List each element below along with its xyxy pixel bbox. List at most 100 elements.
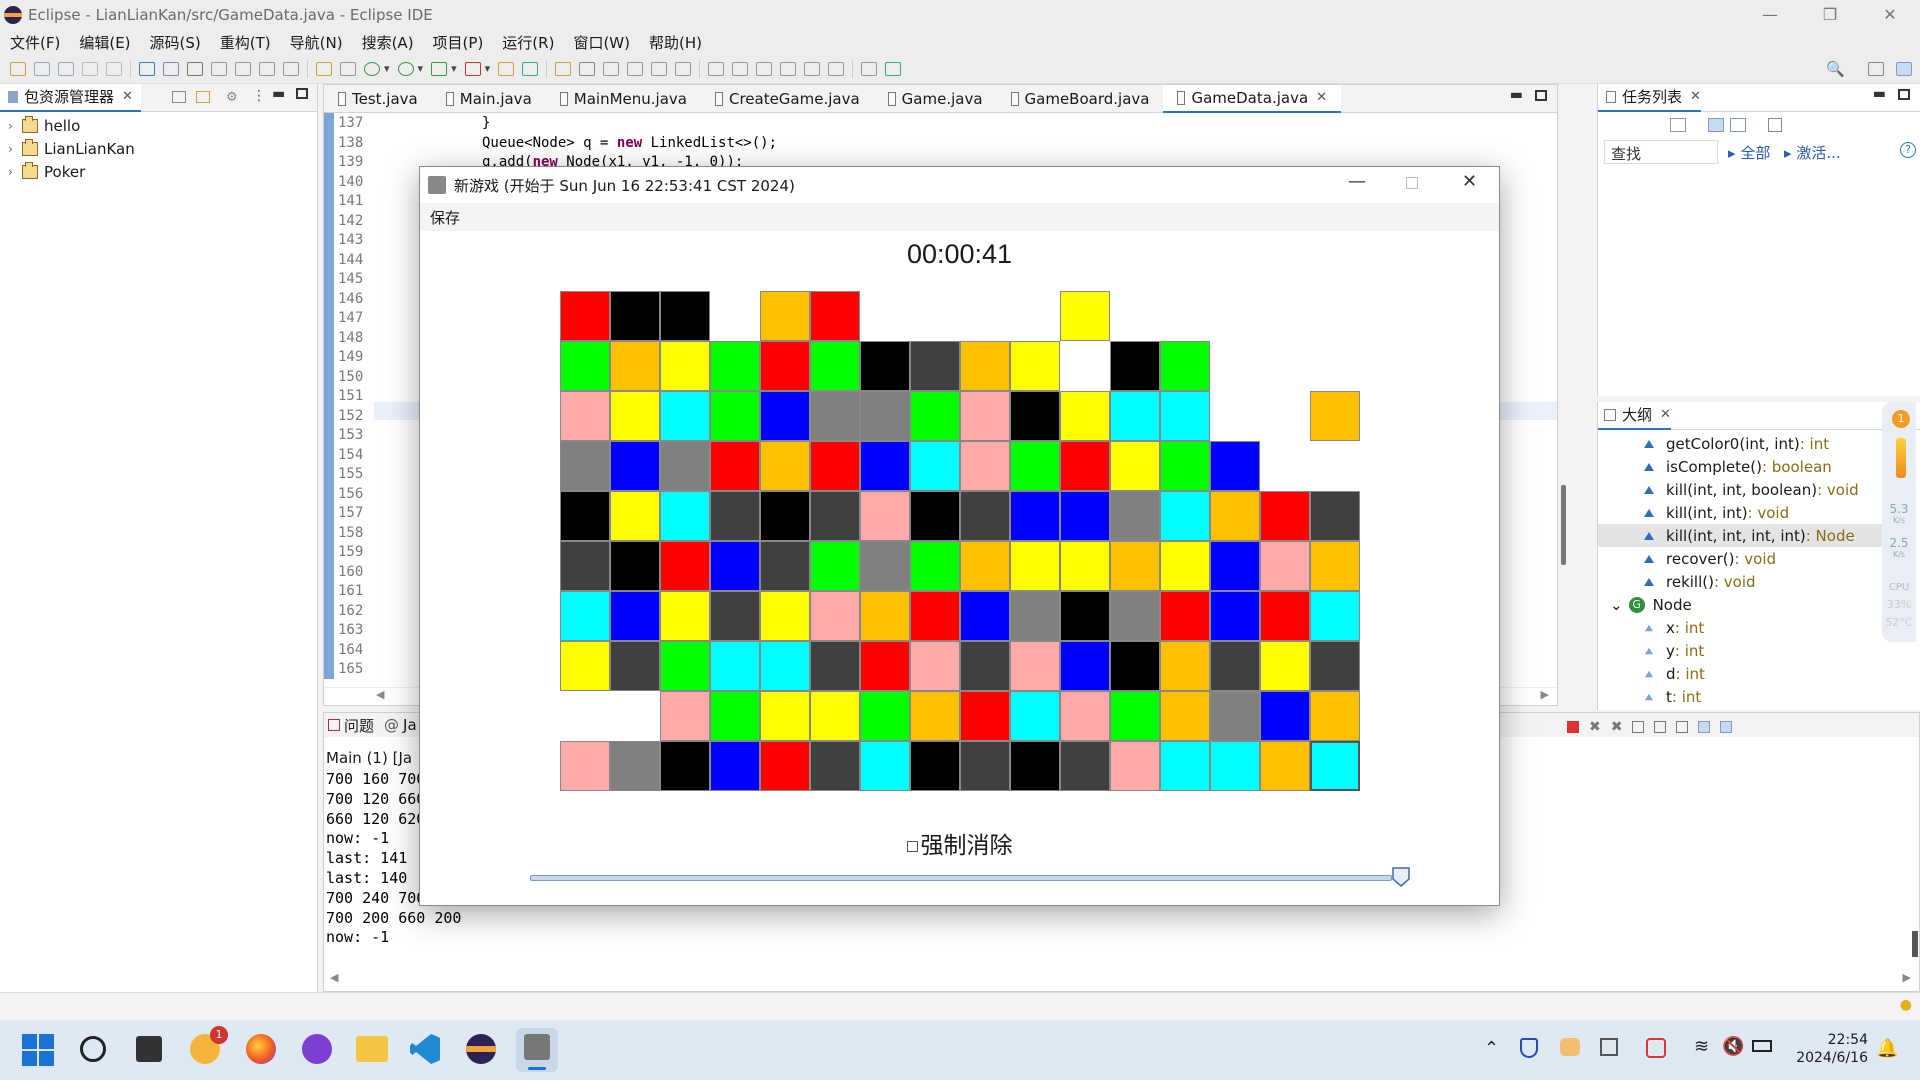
restore-icon[interactable]: ❐ bbox=[1800, 0, 1860, 30]
clear-console-icon[interactable] bbox=[1632, 721, 1645, 733]
board-tile[interactable] bbox=[1010, 391, 1060, 441]
editor-tab[interactable]: GameBoard.java bbox=[997, 85, 1164, 113]
board-tile[interactable] bbox=[960, 591, 1010, 641]
board-tile[interactable] bbox=[710, 591, 760, 641]
new-icon[interactable] bbox=[10, 61, 26, 76]
chevron-down-icon[interactable]: ⌄ bbox=[1610, 596, 1623, 614]
board-tile[interactable] bbox=[810, 291, 860, 341]
board-tile[interactable] bbox=[560, 591, 610, 641]
board-tile[interactable] bbox=[1260, 491, 1310, 541]
board-tile[interactable] bbox=[660, 441, 710, 491]
step-into-icon[interactable] bbox=[283, 61, 299, 76]
board-tile[interactable] bbox=[1060, 691, 1110, 741]
board-tile[interactable] bbox=[810, 491, 860, 541]
board-tile[interactable] bbox=[1160, 391, 1210, 441]
word-wrap-icon[interactable] bbox=[1676, 721, 1689, 733]
replay-slider-track[interactable] bbox=[530, 875, 1392, 881]
show-on-output-icon[interactable] bbox=[1698, 721, 1711, 733]
board-tile[interactable] bbox=[660, 291, 710, 341]
menu-item-6[interactable]: 项目(P) bbox=[423, 32, 493, 53]
board-tile[interactable] bbox=[710, 691, 760, 741]
board-tile[interactable] bbox=[1060, 441, 1110, 491]
console-scrollbar[interactable] bbox=[1912, 931, 1918, 957]
close-tab-icon[interactable]: ✕ bbox=[122, 89, 133, 104]
board-tile[interactable] bbox=[1160, 741, 1210, 791]
minimize-view-icon[interactable]: ▬ bbox=[272, 86, 285, 102]
java-perspective-icon[interactable] bbox=[1896, 61, 1912, 76]
prev-annotation-icon[interactable] bbox=[651, 61, 668, 76]
stop-icon[interactable] bbox=[235, 61, 251, 76]
editor-tab[interactable]: GameData.java ✕ bbox=[1163, 84, 1342, 113]
board-tile[interactable] bbox=[1110, 541, 1160, 591]
wps-icon[interactable] bbox=[1646, 1038, 1666, 1058]
board-tile[interactable] bbox=[1110, 691, 1160, 741]
weather-icon[interactable]: 1 bbox=[190, 1026, 228, 1064]
board-tile[interactable] bbox=[810, 391, 860, 441]
board-tile[interactable] bbox=[960, 391, 1010, 441]
open-task-icon[interactable] bbox=[579, 61, 596, 76]
board-tile[interactable] bbox=[960, 691, 1010, 741]
board-tile[interactable] bbox=[610, 291, 660, 341]
board-tile[interactable] bbox=[1110, 391, 1160, 441]
dropdown-arrow-icon[interactable]: ▾ bbox=[485, 62, 491, 75]
maximize-editor-icon[interactable] bbox=[1535, 90, 1547, 101]
scroll-lock-icon[interactable] bbox=[1654, 721, 1667, 733]
outline-field[interactable]: y : int bbox=[1598, 639, 1886, 662]
editor-tab[interactable]: Game.java bbox=[874, 85, 997, 113]
board-tile[interactable] bbox=[610, 591, 660, 641]
board-tile[interactable] bbox=[760, 491, 810, 541]
board-tile[interactable] bbox=[760, 441, 810, 491]
notification-bell-icon[interactable]: 🔔 bbox=[1876, 1038, 1898, 1059]
board-tile[interactable] bbox=[860, 441, 910, 491]
run-icon[interactable] bbox=[397, 61, 414, 76]
forward-icon[interactable] bbox=[780, 61, 797, 76]
board-tile[interactable] bbox=[810, 441, 860, 491]
debug-icon[interactable] bbox=[364, 61, 380, 76]
board-tile[interactable] bbox=[1210, 541, 1260, 591]
board-tile[interactable] bbox=[960, 541, 1010, 591]
terminal-icon[interactable] bbox=[139, 61, 155, 76]
board-tile[interactable] bbox=[1160, 491, 1210, 541]
outline-field[interactable]: t : int bbox=[1598, 685, 1886, 708]
save-icon[interactable] bbox=[34, 61, 50, 76]
suspend-icon[interactable] bbox=[211, 61, 227, 76]
board-tile[interactable] bbox=[1010, 691, 1060, 741]
board-tile[interactable] bbox=[1060, 741, 1110, 791]
outline-method[interactable]: isComplete() : boolean bbox=[1598, 455, 1886, 478]
chevron-right-icon[interactable]: › bbox=[8, 142, 22, 156]
board-tile[interactable] bbox=[1160, 591, 1210, 641]
dropdown-arrow-icon[interactable]: ▾ bbox=[418, 62, 424, 75]
new-task-icon[interactable] bbox=[1670, 118, 1686, 132]
board-tile[interactable] bbox=[1210, 741, 1260, 791]
board-tile[interactable] bbox=[810, 691, 860, 741]
tree-item-project[interactable]: › Poker bbox=[0, 160, 317, 183]
board-tile[interactable] bbox=[1060, 591, 1110, 641]
board-tile[interactable] bbox=[660, 591, 710, 641]
taskbar-clock[interactable]: 22:54 2024/6/16 bbox=[1788, 1032, 1868, 1066]
board-tile[interactable] bbox=[1210, 491, 1260, 541]
board-tile[interactable] bbox=[810, 541, 860, 591]
board-tile[interactable] bbox=[1210, 641, 1260, 691]
step-icon[interactable] bbox=[187, 61, 203, 76]
tab-package-explorer[interactable]: 包资源管理器 ✕ bbox=[0, 83, 141, 112]
board-tile[interactable] bbox=[1310, 741, 1360, 791]
replay-slider-thumb[interactable] bbox=[1392, 867, 1410, 887]
board-tile[interactable] bbox=[710, 441, 760, 491]
board-tile[interactable] bbox=[910, 341, 960, 391]
board-tile[interactable] bbox=[910, 541, 960, 591]
outline-method[interactable]: getColor0(int, int) : int bbox=[1598, 432, 1886, 455]
board-tile[interactable] bbox=[1310, 391, 1360, 441]
dropdown-arrow-icon[interactable]: ▾ bbox=[384, 62, 390, 75]
dropdown-arrow-icon[interactable]: ▾ bbox=[451, 62, 457, 75]
board-tile[interactable] bbox=[760, 641, 810, 691]
run-ext-icon[interactable] bbox=[464, 61, 481, 76]
board-tile[interactable] bbox=[1310, 641, 1360, 691]
board-tile[interactable] bbox=[1210, 691, 1260, 741]
board-tile[interactable] bbox=[560, 291, 610, 341]
perspective-icon[interactable] bbox=[885, 61, 902, 76]
board-tile[interactable] bbox=[710, 341, 760, 391]
github-desktop-icon[interactable] bbox=[302, 1034, 332, 1064]
pin-icon[interactable] bbox=[675, 61, 692, 76]
board-tile[interactable] bbox=[860, 491, 910, 541]
board-tile[interactable] bbox=[1260, 591, 1310, 641]
